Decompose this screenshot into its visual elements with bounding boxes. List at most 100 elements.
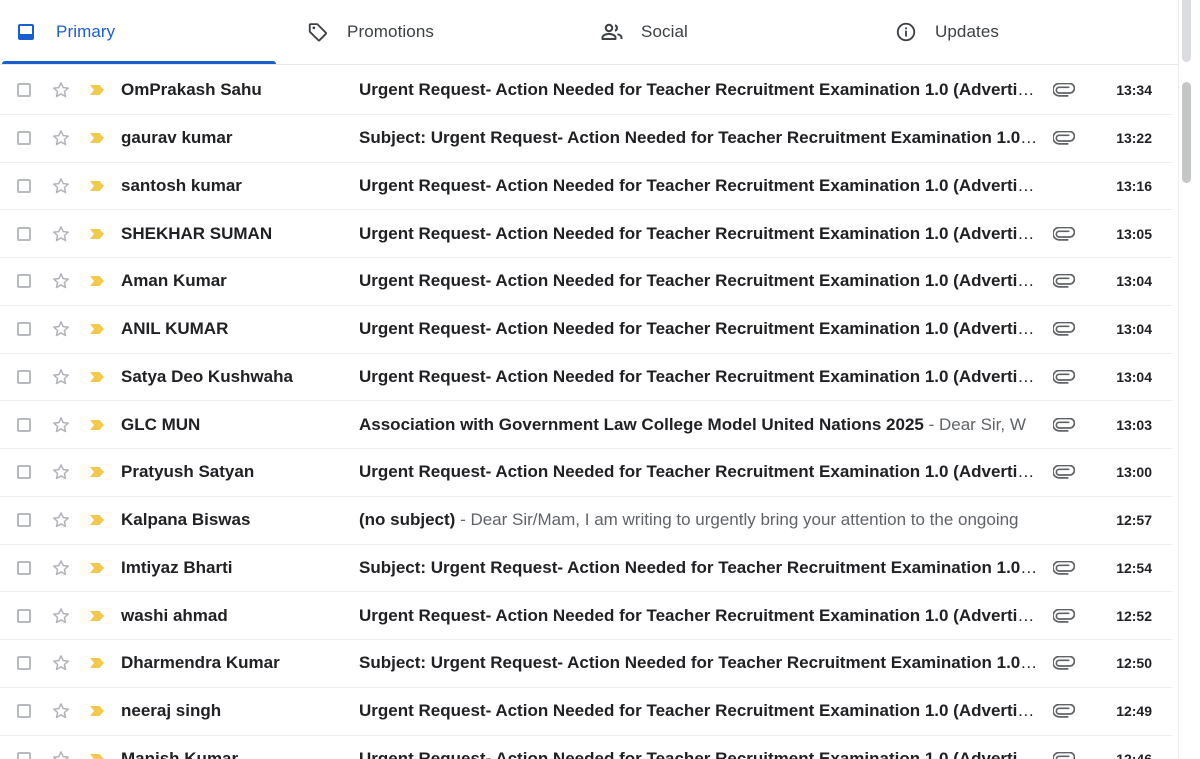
importance-marker-icon[interactable] — [89, 274, 107, 288]
email-row[interactable]: OmPrakash Sahu Urgent Request- Action Nee… — [0, 67, 1172, 115]
email-row[interactable]: Manish Kumar Urgent Request- Action Neede… — [0, 735, 1172, 759]
select-checkbox[interactable] — [17, 513, 31, 528]
sender-name: washi ahmad — [121, 605, 228, 625]
email-subject: Association with Government Law College … — [359, 414, 924, 434]
email-row[interactable]: Aman Kumar Urgent Request- Action Needed … — [0, 258, 1172, 306]
importance-marker-icon[interactable] — [89, 227, 107, 241]
importance-marker-icon[interactable] — [89, 656, 107, 670]
star-icon[interactable] — [50, 700, 72, 722]
email-row[interactable]: Satya Deo Kushwaha Urgent Request- Action… — [0, 353, 1172, 402]
email-row[interactable]: gaurav kumar Subject: Urgent Request- Act… — [0, 114, 1172, 163]
subject-line: Subject: Urgent Request- Action Needed f… — [359, 653, 1039, 673]
email-row[interactable]: Dharmendra Kumar Subject: Urgent Request-… — [0, 640, 1172, 688]
star-icon[interactable] — [50, 223, 72, 245]
email-subject: Subject: Urgent Request- Action Needed f… — [359, 128, 1039, 148]
subject-line: Urgent Request- Action Needed for Teache… — [359, 749, 1039, 759]
importance-marker-icon[interactable] — [89, 513, 107, 527]
subject-line: Urgent Request- Action Needed for Teache… — [359, 80, 1039, 100]
importance-marker-icon[interactable] — [89, 179, 107, 193]
star-icon[interactable] — [50, 509, 72, 531]
select-checkbox[interactable] — [17, 704, 31, 719]
attachment-icon — [1052, 604, 1076, 628]
tag-icon — [306, 20, 330, 44]
scrollbar-thumb[interactable] — [1182, 82, 1191, 183]
importance-marker-icon[interactable] — [89, 704, 107, 718]
importance-marker-icon[interactable] — [89, 83, 107, 97]
star-icon[interactable] — [50, 652, 72, 674]
star-icon[interactable] — [50, 366, 72, 388]
sender-name: Dharmendra Kumar — [121, 653, 280, 673]
select-checkbox[interactable] — [17, 83, 31, 98]
received-time: 12:49 — [1116, 703, 1152, 720]
star-icon[interactable] — [50, 175, 72, 197]
select-checkbox[interactable] — [17, 274, 31, 289]
email-row[interactable]: washi ahmad Urgent Request- Action Needed… — [0, 592, 1172, 640]
people-icon — [600, 20, 624, 44]
email-row[interactable]: ANIL KUMAR Urgent Request- Action Needed … — [0, 305, 1172, 354]
star-icon[interactable] — [50, 127, 72, 149]
sender-name: neeraj singh — [121, 701, 222, 721]
email-row[interactable]: Kalpana Biswas (no subject) - Dear Sir/Ma… — [0, 496, 1172, 545]
importance-marker-icon[interactable] — [89, 465, 107, 479]
select-checkbox[interactable] — [17, 322, 31, 337]
importance-marker-icon[interactable] — [89, 561, 107, 575]
tab-label: Social — [641, 22, 688, 41]
subject-line: Urgent Request- Action Needed for Teache… — [359, 224, 1039, 244]
sender-name: Aman Kumar — [121, 271, 227, 291]
email-subject: Subject: Urgent Request- Action Needed f… — [359, 653, 1039, 673]
importance-marker-icon[interactable] — [89, 370, 107, 384]
select-checkbox[interactable] — [17, 465, 31, 480]
star-icon[interactable] — [50, 557, 72, 579]
received-time: 13:04 — [1116, 368, 1152, 385]
star-icon[interactable] — [50, 461, 72, 483]
sender-name: SHEKHAR SUMAN — [121, 223, 273, 243]
attachment-icon — [1052, 317, 1076, 341]
select-checkbox[interactable] — [17, 369, 31, 384]
select-checkbox[interactable] — [17, 226, 31, 241]
star-icon[interactable] — [50, 414, 72, 436]
email-row[interactable]: santosh kumar Urgent Request- Action Need… — [0, 162, 1172, 211]
tab-social[interactable]: Social — [569, 0, 862, 64]
star-icon[interactable] — [50, 318, 72, 340]
select-checkbox[interactable] — [17, 560, 31, 575]
star-icon[interactable] — [50, 79, 72, 101]
email-row[interactable]: neeraj singh Urgent Request- Action Neede… — [0, 687, 1172, 736]
active-tab-indicator — [2, 61, 276, 64]
email-row[interactable]: SHEKHAR SUMAN Urgent Request- Action Need… — [0, 210, 1172, 258]
subject-line: Urgent Request- Action Needed for Teache… — [359, 319, 1039, 339]
received-time: 13:34 — [1116, 82, 1152, 99]
sender-name: Kalpana Biswas — [121, 510, 251, 530]
importance-marker-icon[interactable] — [89, 322, 107, 336]
received-time: 13:04 — [1116, 321, 1152, 338]
select-checkbox[interactable] — [17, 178, 31, 193]
email-row[interactable]: Pratyush Satyan Urgent Request- Action Ne… — [0, 449, 1172, 497]
select-checkbox[interactable] — [17, 656, 31, 671]
select-checkbox[interactable] — [17, 417, 31, 432]
select-checkbox[interactable] — [17, 131, 31, 146]
sender-name: ANIL KUMAR — [121, 319, 229, 339]
inbox-view: Primary Promotions Social Updates OmPrak… — [0, 0, 1200, 759]
email-subject: Urgent Request- Action Needed for Teache… — [359, 366, 1039, 386]
subject-line: Urgent Request- Action Needed for Teache… — [359, 701, 1039, 721]
select-checkbox[interactable] — [17, 751, 31, 759]
sender-name: santosh kumar — [121, 175, 242, 195]
email-row[interactable]: Imtiyaz Bharti Subject: Urgent Request- A… — [0, 544, 1172, 593]
importance-marker-icon[interactable] — [89, 609, 107, 623]
email-subject: Urgent Request- Action Needed for Teache… — [359, 319, 1039, 339]
subject-line: (no subject) - Dear Sir/Mam, I am writin… — [359, 510, 1039, 530]
star-icon[interactable] — [50, 748, 72, 759]
star-icon[interactable] — [50, 270, 72, 292]
select-checkbox[interactable] — [17, 608, 31, 623]
tab-updates[interactable]: Updates — [862, 0, 1162, 64]
tab-primary[interactable]: Primary — [0, 0, 276, 64]
tab-promotions[interactable]: Promotions — [276, 0, 569, 64]
importance-marker-icon[interactable] — [89, 418, 107, 432]
importance-marker-icon[interactable] — [89, 131, 107, 145]
attachment-icon — [1052, 78, 1076, 102]
email-row[interactable]: GLC MUN Association with Government Law C… — [0, 401, 1172, 449]
email-list: OmPrakash Sahu Urgent Request- Action Nee… — [0, 67, 1172, 759]
star-icon[interactable] — [50, 605, 72, 627]
attachment-icon — [1052, 556, 1076, 580]
attachment-icon — [1052, 126, 1076, 150]
importance-marker-icon[interactable] — [89, 752, 107, 759]
